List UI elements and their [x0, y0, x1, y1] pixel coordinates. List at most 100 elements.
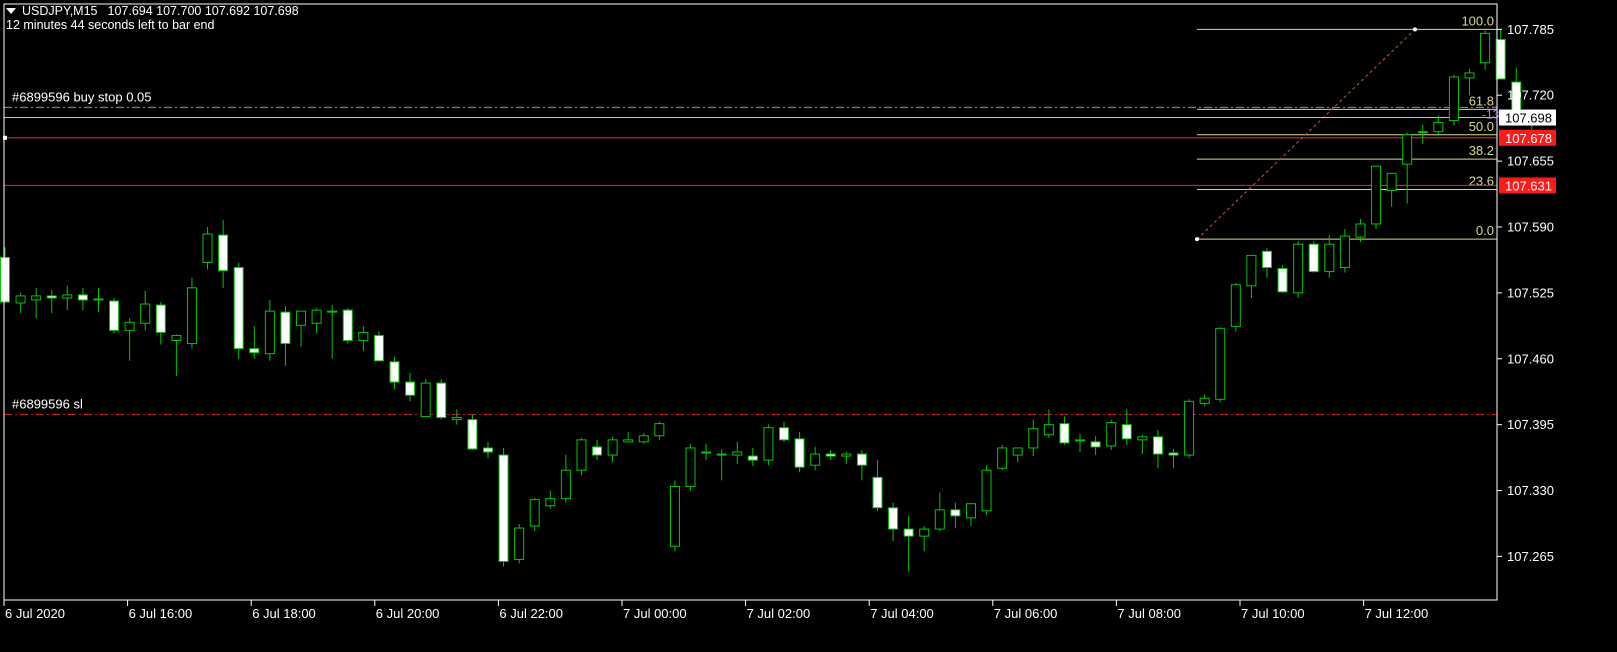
candle-body	[716, 453, 727, 456]
candle-body	[950, 509, 961, 517]
candle	[685, 443, 696, 491]
candle-body	[155, 304, 166, 333]
candle	[373, 331, 384, 362]
candle-body	[514, 527, 525, 560]
candle-body	[856, 453, 867, 466]
candle	[467, 414, 478, 450]
x-tick-label: 7 Jul 08:00	[1117, 606, 1181, 621]
candle-body	[1012, 447, 1023, 456]
candle-body	[1495, 38, 1506, 80]
fibo-level-label: 100.0	[1461, 13, 1494, 28]
y-tick-label: 107.265	[1507, 549, 1554, 564]
y-tick-label: 107.590	[1507, 219, 1554, 234]
candle-body	[1090, 441, 1101, 448]
candle-body	[1028, 428, 1039, 449]
candle-body	[997, 447, 1008, 469]
candle-body	[218, 234, 229, 272]
candle	[981, 465, 992, 515]
candle-body	[779, 427, 789, 441]
candle-body	[0, 256, 10, 303]
bar-countdown: 12 minutes 44 seconds left to bar end	[6, 18, 215, 32]
x-tick-label: 6 Jul 2020	[5, 606, 65, 621]
candle-body	[732, 451, 743, 456]
x-tick-label: 7 Jul 00:00	[623, 606, 687, 621]
candle-body	[888, 507, 899, 530]
x-tick-label: 7 Jul 02:00	[747, 606, 811, 621]
candle	[1293, 241, 1304, 298]
candle	[576, 437, 587, 476]
x-tick-label: 6 Jul 20:00	[376, 606, 440, 621]
dropdown-triangle-icon[interactable]	[6, 8, 16, 14]
candle-body	[1433, 122, 1444, 133]
y-tick-label: 107.785	[1507, 22, 1554, 37]
candle	[233, 262, 244, 359]
x-tick-label: 7 Jul 06:00	[994, 606, 1058, 621]
candle-body	[1308, 243, 1319, 273]
fibo-anchor-point[interactable]	[1413, 27, 1417, 32]
candle-body	[249, 348, 260, 354]
candle	[1215, 327, 1226, 403]
candle-body	[264, 310, 275, 355]
candle-body	[389, 361, 400, 383]
candle-body	[358, 331, 369, 342]
spread-marker: -13	[1482, 108, 1500, 122]
candle-body	[1152, 436, 1163, 455]
candle-body	[467, 419, 478, 450]
candle-body	[981, 469, 992, 512]
candle-body	[965, 503, 976, 519]
x-tick-label: 6 Jul 18:00	[252, 606, 316, 621]
candle-body	[1355, 223, 1366, 238]
candle-body	[498, 454, 509, 562]
candle	[529, 497, 540, 532]
candle-body	[77, 294, 88, 301]
candle	[514, 523, 525, 564]
candle	[109, 297, 120, 334]
candle-body	[1246, 254, 1257, 287]
chart-window[interactable]: 100.0 61.8 50.0 38.2 23.6 0.0 107.785 107.720 1…	[0, 0, 1617, 647]
candle-body	[623, 439, 634, 443]
x-tick-label: 6 Jul 16:00	[129, 606, 193, 621]
candle-body	[405, 381, 416, 396]
candle-body	[1293, 243, 1304, 294]
candle	[1230, 282, 1241, 332]
candle-body	[1324, 243, 1335, 273]
candle-body	[93, 298, 104, 301]
candle-body	[451, 417, 462, 421]
x-tick-label: 7 Jul 10:00	[1241, 606, 1305, 621]
candle-body	[1402, 134, 1413, 165]
candle	[1308, 241, 1319, 273]
candle-body	[1137, 436, 1148, 441]
candle	[436, 379, 447, 420]
candle	[1371, 165, 1382, 230]
candle-body	[747, 455, 758, 461]
candle-body	[654, 423, 665, 437]
candle-body	[841, 453, 852, 457]
candle	[498, 447, 509, 567]
candle-body	[638, 435, 649, 443]
fibo-level-label: 0.0	[1476, 223, 1494, 238]
candle-body	[62, 294, 73, 299]
candle-body	[1339, 235, 1350, 269]
candle-body	[1417, 131, 1428, 134]
sl-label: #6899596 sl	[12, 397, 83, 412]
candle-body	[1075, 439, 1086, 442]
candle	[1277, 265, 1288, 293]
candle-body	[296, 310, 307, 326]
candle-body	[1386, 172, 1397, 192]
candle-body	[482, 447, 493, 453]
candle-body	[31, 295, 42, 301]
candle-body	[763, 427, 774, 461]
candle-body	[202, 233, 213, 263]
candle-body	[825, 453, 836, 457]
price-chart[interactable]: 100.061.850.038.223.60.0 107.785107.7201…	[0, 0, 1617, 647]
order-price-tag: 107.678	[1505, 131, 1552, 146]
candle-body	[1121, 424, 1132, 440]
candle-body	[1464, 72, 1475, 79]
candle-body	[560, 469, 571, 500]
candle-body	[373, 334, 384, 362]
fibo-level-label: 38.2	[1469, 143, 1494, 158]
fibo-level-label: 23.6	[1469, 173, 1494, 188]
y-tick-label: 107.720	[1507, 88, 1554, 103]
candle-body	[607, 439, 618, 456]
fibo-anchor-point[interactable]	[1195, 237, 1199, 242]
